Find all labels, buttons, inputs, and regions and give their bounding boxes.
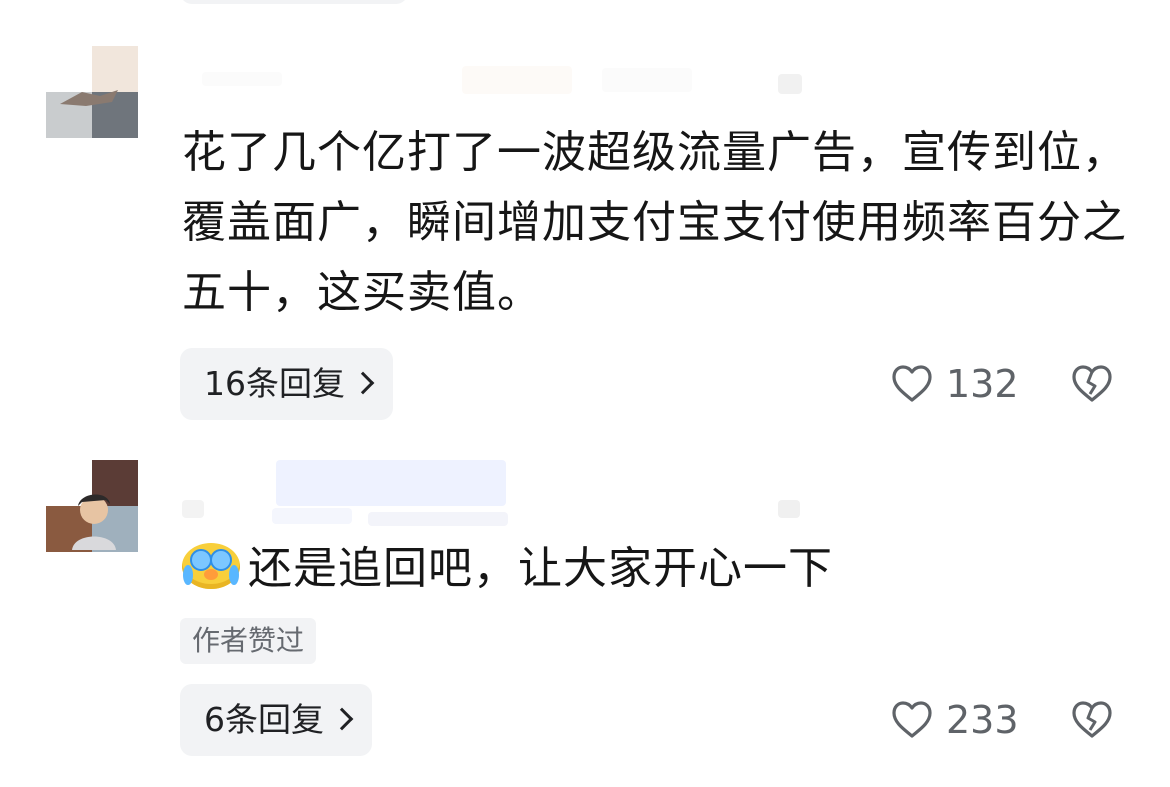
chevron-right-icon <box>351 371 375 395</box>
like-button[interactable]: 233 <box>890 684 1040 756</box>
like-count: 132 <box>946 362 1019 406</box>
replies-label: 16条回复 <box>204 364 345 403</box>
crying-face-icon <box>182 541 240 591</box>
username-redacted[interactable] <box>182 460 822 526</box>
broken-heart-icon[interactable] <box>1070 362 1114 406</box>
previous-reply-button-edge[interactable] <box>180 0 408 4</box>
like-button[interactable]: 132 <box>890 348 1040 420</box>
broken-heart-icon[interactable] <box>1070 698 1114 742</box>
like-count: 233 <box>946 698 1019 742</box>
heart-outline-icon <box>892 365 932 402</box>
view-replies-button[interactable]: 16条回复 <box>180 348 393 420</box>
author-liked-badge: 作者赞过 <box>180 618 317 664</box>
replies-label: 6条回复 <box>204 700 324 739</box>
view-replies-button[interactable]: 6条回复 <box>180 684 372 756</box>
chevron-right-icon <box>330 707 354 731</box>
comment-text: 还是追回吧，让大家开心一下 <box>182 534 1132 604</box>
comment-body: 还是追回吧，让大家开心一下 <box>248 543 833 594</box>
avatar[interactable] <box>46 460 138 552</box>
heart-outline-icon <box>892 701 932 738</box>
username-redacted[interactable] <box>182 66 822 100</box>
comment-text: 花了几个亿打了一波超级流量广告，宣传到位，覆盖面广，瞬间增加支付宝支付使用频率百… <box>182 127 1127 318</box>
avatar[interactable] <box>46 46 138 138</box>
